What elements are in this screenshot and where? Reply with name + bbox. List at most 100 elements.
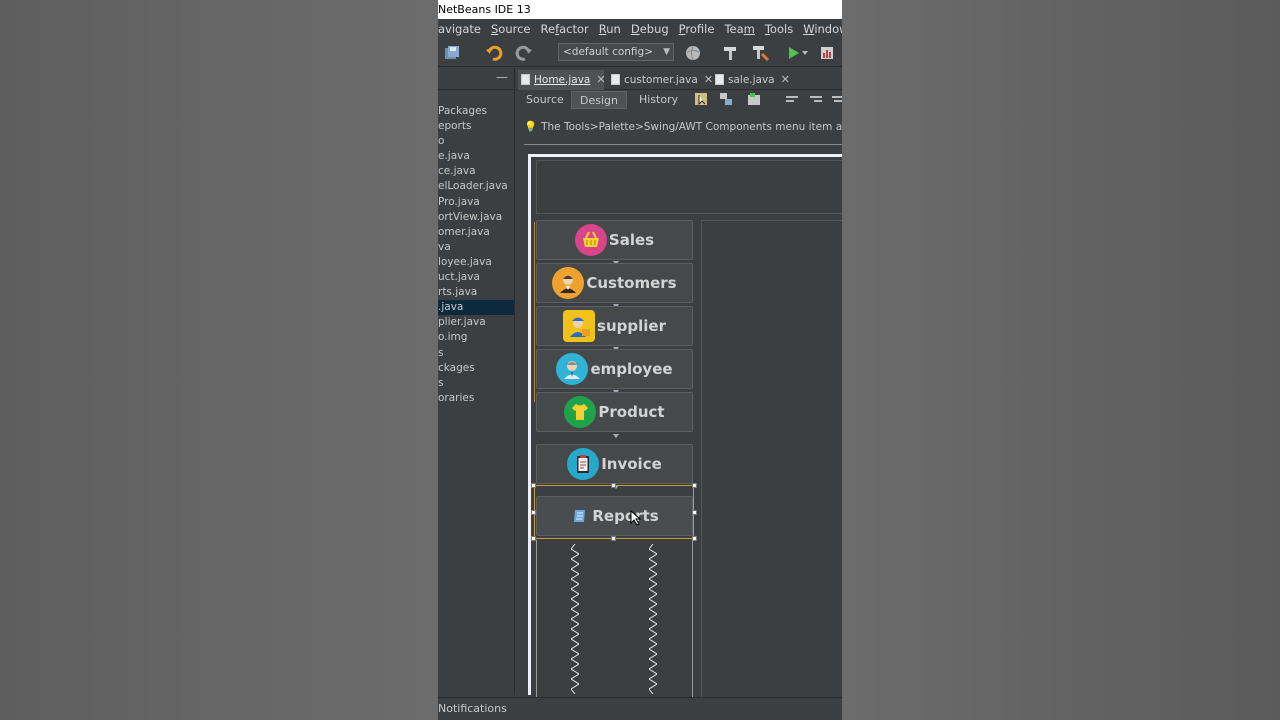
menu-team[interactable]: Team	[724, 22, 754, 36]
align-center-icon[interactable]	[828, 89, 842, 109]
product-button[interactable]: Product	[536, 392, 693, 432]
tree-item[interactable]: elLoader.java	[438, 179, 514, 194]
menu-bar: avigate Source Refactor Run Debug Profil…	[438, 19, 842, 39]
tab-source[interactable]: Source	[518, 91, 572, 109]
menu-source[interactable]: Source	[491, 22, 531, 36]
notifications-link[interactable]: Notifications	[438, 702, 507, 715]
tree-item[interactable]: loyee.java	[438, 255, 514, 270]
customers-button[interactable]: Customers	[536, 263, 693, 303]
view-switcher: Source Design History	[516, 90, 842, 110]
employee-label: employee	[590, 360, 673, 378]
lightbulb-icon: 💡	[524, 121, 538, 133]
design-canvas[interactable]: Sales Customers supplier employee Produc…	[528, 154, 842, 698]
menu-refactor[interactable]: Refactor	[541, 22, 589, 36]
projects-panel-header: —	[438, 68, 514, 90]
build-hammer-icon[interactable]	[720, 43, 740, 63]
menu-tools[interactable]: Tools	[765, 22, 793, 36]
tab-sale-java[interactable]: sale.java ✕	[712, 70, 792, 90]
menu-profile[interactable]: Profile	[679, 22, 715, 36]
tree-item[interactable]: rts.java	[438, 285, 514, 300]
tshirt-icon	[564, 396, 597, 428]
sales-button[interactable]: Sales	[536, 220, 693, 260]
tree-item[interactable]: ortView.java	[438, 210, 514, 225]
basket-icon	[574, 224, 607, 256]
layout-anchor-icon	[613, 434, 619, 438]
tree-item[interactable]: eports	[438, 119, 514, 134]
tab-history[interactable]: History	[631, 91, 686, 109]
filler-spacer[interactable]	[536, 540, 693, 698]
tree-item-selected[interactable]: .java	[438, 300, 514, 316]
profile-icon[interactable]	[818, 43, 838, 63]
resize-handle[interactable]	[611, 483, 616, 488]
video-letterbox-right	[842, 0, 1280, 720]
main-toolbar: <default config> ▼	[438, 39, 842, 67]
supplier-avatar-icon	[563, 310, 596, 342]
menu-run[interactable]: Run	[599, 22, 621, 36]
menu-window[interactable]: Window	[803, 22, 842, 36]
config-select[interactable]: <default config> ▼	[558, 43, 674, 61]
preview-design-icon[interactable]	[744, 89, 764, 109]
minimize-icon[interactable]: —	[496, 70, 508, 84]
globe-icon[interactable]	[683, 43, 703, 63]
tree-item[interactable]: Packages	[438, 104, 514, 119]
menu-debug[interactable]: Debug	[631, 22, 669, 36]
resize-handle[interactable]	[692, 483, 697, 488]
close-icon[interactable]: ✕	[781, 73, 790, 86]
tree-item[interactable]: o	[438, 134, 514, 149]
tree-item[interactable]: ckages	[438, 361, 514, 376]
employee-avatar-icon	[556, 353, 589, 385]
align-right-icon[interactable]	[806, 89, 826, 109]
tab-home-java[interactable]: Home.java ✕	[518, 70, 606, 90]
invoice-label: Invoice	[601, 455, 662, 473]
status-bar: Notifications	[438, 697, 842, 720]
tree-item[interactable]: plier.java	[438, 315, 514, 330]
editor-area: Home.java ✕ customer.java ✕ sale.java ✕ Sou…	[516, 68, 842, 698]
resize-handle[interactable]	[692, 510, 697, 515]
tree-item[interactable]: va	[438, 240, 514, 255]
align-left-icon[interactable]	[782, 89, 802, 109]
projects-panel: — Packages eports o e.java ce.java elLoa…	[438, 68, 515, 695]
supplier-button[interactable]: supplier	[536, 306, 693, 346]
video-letterbox-left	[0, 0, 438, 720]
spring-icon	[649, 544, 657, 694]
tree-item[interactable]: e.java	[438, 149, 514, 164]
clean-build-icon[interactable]	[750, 43, 770, 63]
sales-label: Sales	[608, 231, 655, 249]
close-icon[interactable]: ✕	[596, 73, 605, 86]
anchor-guide	[534, 222, 535, 402]
customer-avatar-icon	[552, 267, 585, 299]
menu-navigate[interactable]: avigate	[438, 22, 481, 36]
header-panel[interactable]	[536, 160, 842, 214]
content-panel[interactable]	[701, 220, 842, 698]
window-title: NetBeans IDE 13	[438, 0, 842, 19]
netbeans-window: NetBeans IDE 13 avigate Source Refactor …	[438, 0, 842, 720]
selection-mode-icon[interactable]	[691, 89, 711, 109]
run-dropdown-icon[interactable]	[800, 43, 810, 63]
invoice-button[interactable]: Invoice	[536, 444, 693, 484]
supplier-label: supplier	[597, 317, 666, 335]
tree-item[interactable]: Pro.java	[438, 195, 514, 210]
sidebar-panel: Sales Customers supplier employee Produc…	[531, 220, 697, 698]
divider	[524, 144, 842, 145]
tree-item[interactable]: s	[438, 346, 514, 361]
undo-icon[interactable]	[484, 43, 504, 63]
tree-item[interactable]: uct.java	[438, 270, 514, 285]
employee-button[interactable]: employee	[536, 349, 693, 389]
java-file-icon	[715, 74, 724, 85]
resize-handle[interactable]	[531, 510, 536, 515]
editor-tabs: Home.java ✕ customer.java ✕ sale.java ✕	[516, 68, 842, 90]
tree-item[interactable]: s	[438, 376, 514, 391]
connection-mode-icon[interactable]	[716, 89, 736, 109]
tab-design[interactable]: Design	[571, 91, 627, 109]
customers-label: Customers	[586, 274, 677, 292]
tab-customer-java[interactable]: customer.java ✕	[608, 70, 713, 90]
save-all-icon[interactable]	[442, 43, 462, 63]
tree-item[interactable]: omer.java	[438, 225, 514, 240]
redo-icon[interactable]	[514, 43, 534, 63]
tree-item[interactable]: ce.java	[438, 164, 514, 179]
product-label: Product	[598, 403, 665, 421]
java-file-icon	[521, 74, 530, 85]
tree-item[interactable]: o.img	[438, 330, 514, 345]
resize-handle[interactable]	[531, 483, 536, 488]
tree-item[interactable]: oraries	[438, 391, 514, 406]
